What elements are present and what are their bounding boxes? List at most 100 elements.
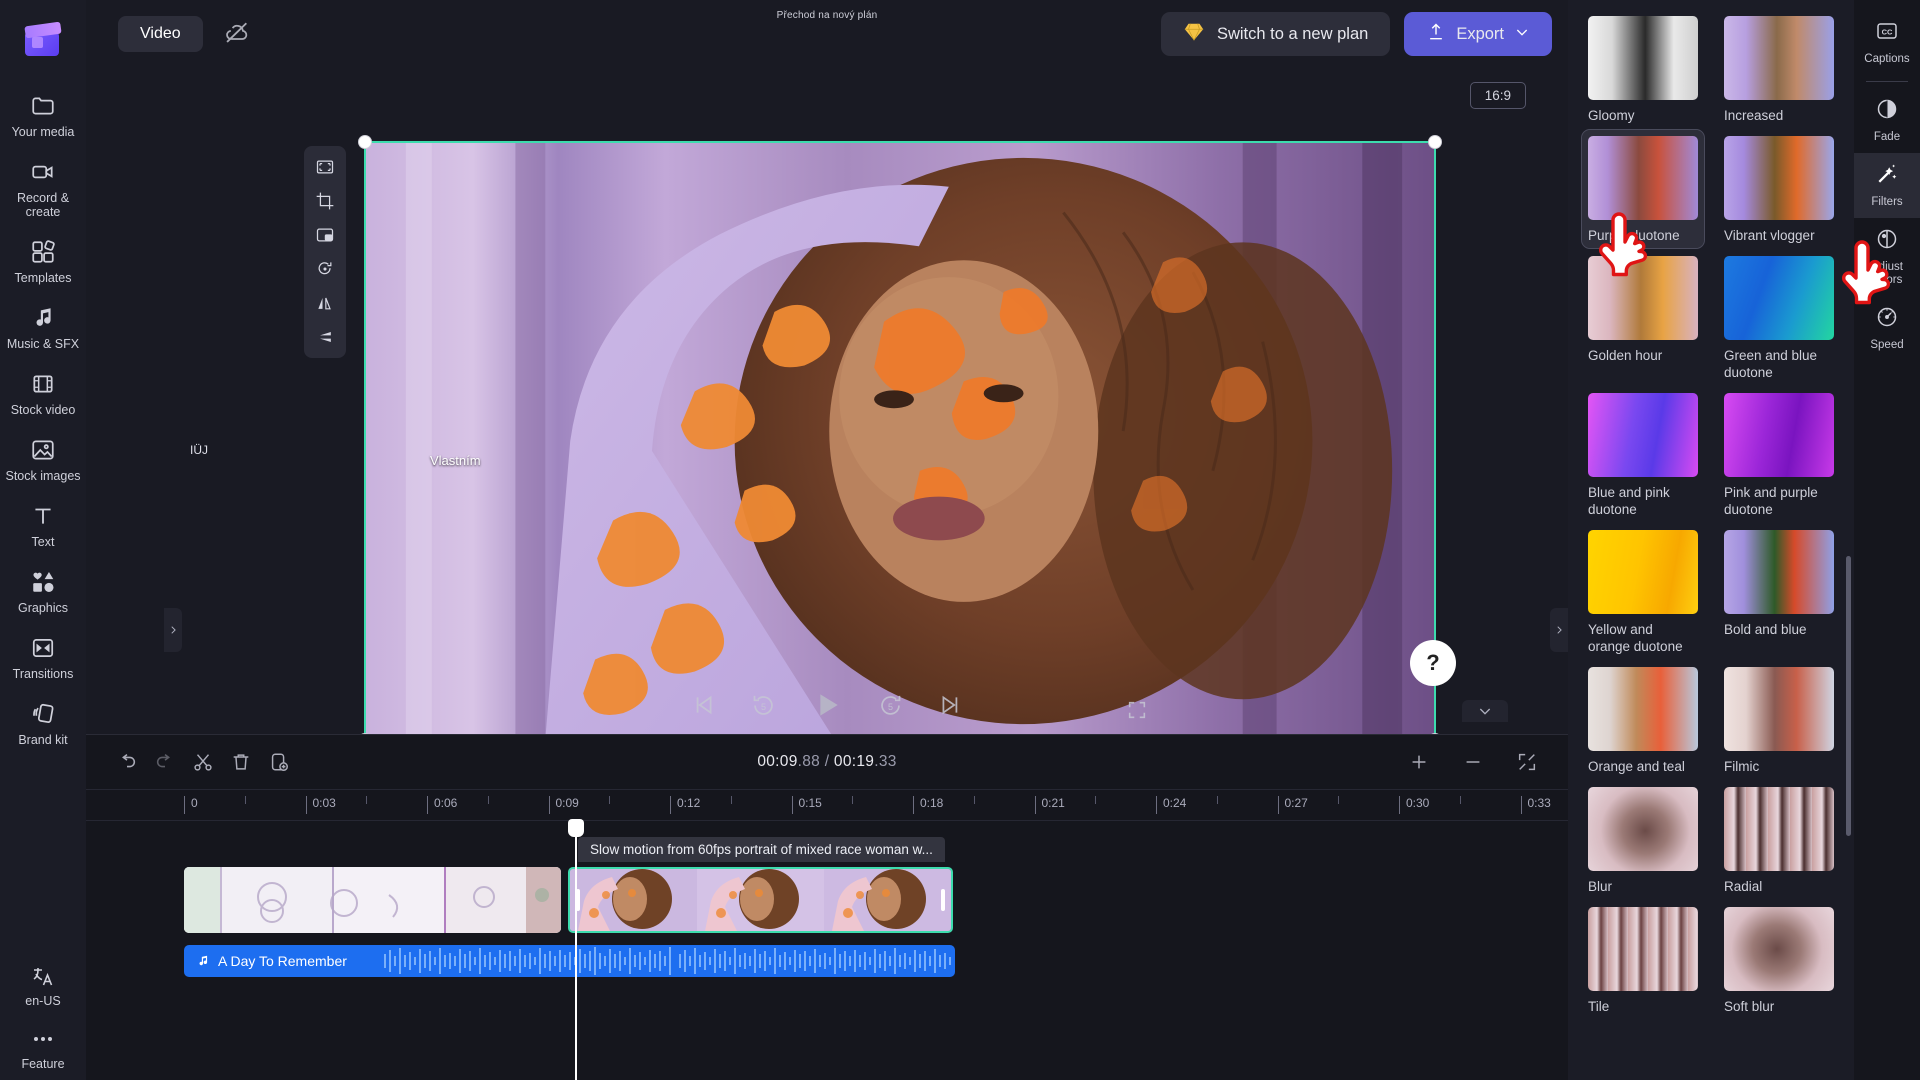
ellipsis-icon [31,1027,55,1051]
filter-item-radial[interactable]: Radial [1718,781,1840,899]
forward-5-icon[interactable]: 5 [877,692,904,724]
filter-item-vibrant-vlogger[interactable]: Vibrant vlogger [1718,130,1840,248]
ruler-minor-tick [244,796,246,804]
sidebar-item-label: Brand kit [18,733,68,747]
skip-to-start-icon[interactable] [690,692,716,723]
sidebar-item-label: Templates [14,271,72,285]
crop-icon[interactable] [309,187,341,215]
redo-icon[interactable] [146,745,184,779]
fullscreen-icon[interactable] [1126,699,1148,726]
filter-label: Filmic [1724,759,1760,774]
sidebar-item-label: Record & create [16,191,70,219]
sidebar-item-graphics[interactable]: Graphics [0,558,86,624]
filter-label: Golden hour [1588,348,1663,363]
ruler-minor-tick [730,796,732,804]
resize-handle-top-left[interactable] [358,135,372,149]
filter-item-pink-and-purple-duotone[interactable]: Pink and purple duotone [1718,387,1840,522]
filters-scrollbar[interactable] [1846,556,1851,836]
aspect-ratio-chip[interactable]: 16:9 [1469,82,1526,109]
plus-icon[interactable] [1400,745,1438,779]
sidebar-item-locale[interactable]: en-US [0,953,86,1016]
skip-to-end-icon[interactable] [938,692,964,723]
flip-horizontal-icon[interactable] [309,289,341,317]
resize-handle-top-right[interactable] [1428,135,1442,149]
overlay-caption: Vlastním [430,453,481,468]
video-preview-frame[interactable]: Vlastním [358,135,1442,747]
captions-cc-icon: CC [1875,19,1899,48]
property-tab-speed[interactable]: Speed [1854,296,1920,361]
filter-label: Yellow and orange duotone [1588,622,1683,654]
filter-item-golden-hour[interactable]: Golden hour [1582,250,1704,385]
flip-vertical-icon[interactable] [309,323,341,351]
filter-item-purple-duotone[interactable]: Purple duotone [1581,129,1705,249]
ruler-tick: 0:18 [913,796,943,814]
tab-video[interactable]: Video [118,16,203,52]
minus-icon[interactable] [1454,745,1492,779]
sidebar-item-templates[interactable]: Templates [0,228,86,294]
sidebar-item-transitions[interactable]: Transitions [0,624,86,690]
sidebar-item-text[interactable]: Text [0,492,86,558]
switch-plan-button[interactable]: Switch to a new plan [1160,12,1391,56]
filter-item-blue-and-pink-duotone[interactable]: Blue and pink duotone [1582,387,1704,522]
sidebar-item-brand-kit[interactable]: Brand kit [0,690,86,756]
rotate-icon[interactable] [309,255,341,283]
sidebar-item-label: Stock video [10,403,76,417]
property-tab-filters[interactable]: Filters [1854,153,1920,218]
text-t-icon [30,503,56,529]
timeline-zoom-controls [1400,745,1546,779]
fit-timeline-icon[interactable] [1508,745,1546,779]
trash-icon[interactable] [222,745,260,779]
cloud-off-icon[interactable] [223,18,251,51]
rewind-5-icon[interactable]: 5 [750,692,777,724]
diamond-icon [1183,21,1205,48]
filter-thumbnail [1588,256,1698,340]
filter-item-increased[interactable]: Increased [1718,10,1840,128]
audio-track-clip[interactable]: A Day To Remember [184,945,955,977]
clip-item-1[interactable] [184,867,561,933]
help-button[interactable]: ? [1410,640,1456,686]
filter-item-green-and-blue-duotone[interactable]: Green and blue duotone [1718,250,1840,385]
clip-item-2-selected[interactable] [568,867,953,933]
top-bar: Video Přechod na nový plán Switch to a n… [86,0,1568,68]
fit-to-frame-icon[interactable] [309,153,341,181]
filter-thumbnail [1724,907,1834,991]
undo-icon[interactable] [108,745,146,779]
ruler-tick: 0:12 [670,796,700,814]
playhead-handle[interactable] [568,819,584,837]
clipchamp-logo[interactable] [23,20,63,60]
sidebar-item-record-create[interactable]: Record & create [0,148,86,228]
collapse-right-panel-button[interactable] [1550,608,1568,652]
ruler-tick: 0:30 [1399,796,1429,814]
filter-thumbnail [1588,787,1698,871]
trim-handle-right[interactable] [941,889,945,911]
filter-item-gloomy[interactable]: Gloomy [1582,10,1704,128]
sidebar-item-your-media[interactable]: Your media [0,82,86,148]
export-button[interactable]: Export [1404,12,1552,56]
sidebar-item-music-sfx[interactable]: Music & SFX [0,294,86,360]
picture-in-picture-icon[interactable] [309,221,341,249]
duplicate-icon[interactable] [260,745,298,779]
filter-item-soft-blur[interactable]: Soft blur [1718,901,1840,1019]
sidebar-item-more[interactable]: Feature [0,1016,86,1080]
filter-item-yellow-and-orange-duotone[interactable]: Yellow and orange duotone [1582,524,1704,659]
filter-item-tile[interactable]: Tile [1582,901,1704,1019]
property-tab-fade[interactable]: Fade [1854,88,1920,153]
sidebar-item-stock-images[interactable]: Stock images [0,426,86,492]
filter-item-bold-and-blue[interactable]: Bold and blue [1718,524,1840,659]
property-tab-adjust-colors[interactable]: Adjust colors [1854,218,1920,296]
property-tab-captions[interactable]: CC Captions [1854,10,1920,75]
filter-item-blur[interactable]: Blur [1582,781,1704,899]
collapse-left-panel-button[interactable] [164,608,182,652]
timeline-ruler[interactable]: 0 0:03 0:06 0:09 0:12 0:15 0:18 0:21 0:24 0:27 0:3… [86,789,1656,821]
filter-item-orange-and-teal[interactable]: Orange and teal [1582,661,1704,779]
scissors-icon[interactable] [184,745,222,779]
play-icon[interactable] [811,689,843,726]
ruler-tick: 0:27 [1277,796,1308,814]
playhead[interactable] [568,819,584,1080]
filter-label: Purple duotone [1588,228,1680,243]
sidebar-item-stock-video[interactable]: Stock video [0,360,86,426]
sidebar-item-label: Text [31,535,55,549]
filter-item-filmic[interactable]: Filmic [1718,661,1840,779]
ruler-tick: 0:06 [427,796,457,814]
ruler-tick: 0:15 [791,796,822,814]
